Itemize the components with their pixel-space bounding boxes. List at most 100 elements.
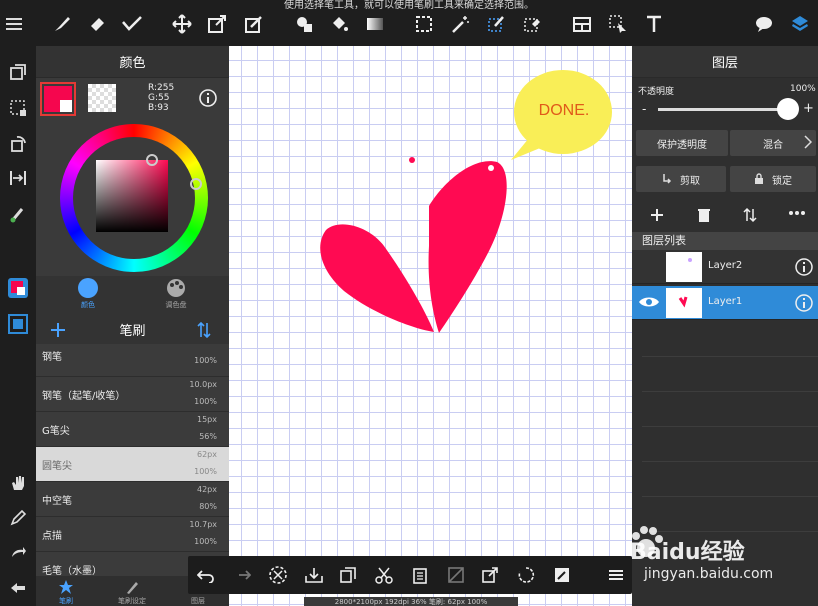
redo-share-icon[interactable] [6, 540, 30, 564]
brush-opacity: 100% [194, 537, 217, 546]
color-tab-label[interactable]: 颜色 [66, 300, 110, 310]
layer-tab-label[interactable]: 图层 [176, 596, 220, 606]
visibility-eye-icon[interactable] [638, 295, 660, 309]
back-icon[interactable] [6, 576, 30, 600]
distort-tool-icon[interactable] [242, 12, 266, 36]
canvas-area[interactable]: DONE. [229, 46, 632, 606]
brush-size: 15px [197, 415, 217, 424]
layers-icon[interactable] [788, 12, 812, 36]
select-rect-icon[interactable] [412, 12, 436, 36]
panel-layout-icon[interactable] [570, 12, 594, 36]
select-layer-icon[interactable] [606, 12, 630, 36]
redo-icon[interactable] [232, 565, 252, 585]
opacity-slider-track[interactable] [658, 108, 788, 111]
hue-picker-handle[interactable] [190, 178, 202, 190]
undo-icon[interactable] [196, 565, 216, 585]
opacity-minus[interactable]: - [642, 102, 646, 116]
palette-tab-label[interactable]: 调色盘 [154, 300, 198, 310]
sv-picker-handle[interactable] [146, 154, 158, 166]
secondary-color-swatch[interactable] [88, 84, 116, 112]
color-info-icon[interactable] [198, 88, 218, 108]
brush-name: G笔尖 [42, 426, 70, 437]
cut-icon[interactable] [374, 565, 394, 585]
brush-tool-icon[interactable] [50, 12, 74, 36]
opacity-plus[interactable]: + [803, 101, 814, 116]
layer-copy-icon[interactable] [6, 60, 30, 84]
brush-panel-toggle-icon[interactable] [6, 312, 30, 336]
layer-list-title: 图层列表 [632, 232, 818, 250]
brush-row[interactable]: 中空笔 42px 80% [36, 482, 229, 517]
move-layer-icon[interactable] [743, 207, 757, 223]
layer-row[interactable]: Layer1 [632, 286, 818, 320]
menu-icon[interactable] [2, 12, 26, 36]
color-tab-icon[interactable] [78, 278, 98, 298]
import-icon[interactable] [304, 565, 324, 585]
add-layer-icon[interactable] [650, 208, 664, 222]
brush-tab-label[interactable]: 笔刷 [44, 596, 88, 606]
brush-row[interactable]: 钢笔 100% [36, 344, 229, 377]
line-tool-icon[interactable] [120, 12, 144, 36]
layer-info-icon[interactable] [794, 293, 814, 313]
gradient-tool-icon[interactable] [363, 12, 387, 36]
rotate-canvas-icon[interactable] [6, 132, 30, 156]
export-icon[interactable] [480, 565, 500, 585]
brush-row[interactable]: 圆笔尖 62px 100% [36, 447, 229, 482]
select-eraser-icon[interactable] [520, 12, 544, 36]
layer-thumbnail[interactable] [666, 252, 702, 282]
brush-opacity: 56% [199, 432, 217, 441]
rotate-icon[interactable] [516, 565, 536, 585]
blend-mode-button[interactable]: 混合 [730, 130, 816, 156]
brush-row[interactable]: 钢笔（起笔/收笔） 10.0px 100% [36, 377, 229, 412]
opacity-label: 不透明度 [638, 87, 675, 97]
layer-thumbnail[interactable] [666, 288, 702, 318]
transform-tool-icon[interactable] [205, 12, 229, 36]
clip-button[interactable]: 剪取 [636, 166, 726, 192]
hand-tool-icon[interactable] [6, 471, 30, 495]
brush-settings-tab-label[interactable]: 笔刷设定 [110, 596, 154, 606]
eraser-tool-icon[interactable] [85, 12, 109, 36]
baidu-brand: Baidu经验 [630, 540, 745, 565]
brush-row[interactable]: 点描 10.7px 100% [36, 517, 229, 552]
layer-row[interactable]: Layer2 [632, 250, 818, 284]
flip-icon[interactable] [6, 166, 30, 190]
more-options-icon[interactable] [788, 210, 806, 216]
sort-brush-icon[interactable] [196, 321, 212, 339]
brush-size: 10.0px [189, 380, 217, 389]
opacity-slider-knob[interactable] [777, 98, 799, 120]
paste-icon[interactable] [410, 565, 430, 585]
add-brush-icon[interactable] [50, 322, 66, 338]
brush-tab-star-icon[interactable] [58, 579, 74, 595]
delete-layer-icon[interactable] [697, 207, 711, 223]
deselect-icon[interactable] [268, 565, 288, 585]
comment-icon[interactable] [752, 12, 776, 36]
color-panel-toggle-icon[interactable] [6, 276, 30, 300]
layer-panel-title: 图层 [632, 46, 818, 78]
protect-alpha-button[interactable]: 保护透明度 [636, 130, 728, 156]
fill-tool-icon[interactable] [327, 12, 351, 36]
brush-name: 毛笔（水墨） [42, 566, 102, 577]
brush-opacity: 80% [199, 502, 217, 511]
shape-tool-icon[interactable] [293, 12, 317, 36]
clear-icon[interactable] [446, 565, 466, 585]
saturation-value-square[interactable] [96, 160, 168, 232]
text-tool-icon[interactable] [642, 12, 666, 36]
primary-color-swatch[interactable] [40, 82, 76, 116]
pen-edit-icon[interactable] [6, 506, 30, 530]
select-all-icon[interactable] [6, 96, 30, 120]
layer-info-icon[interactable] [794, 257, 814, 277]
drawing-paper[interactable]: DONE. [229, 46, 632, 606]
palette-tab-icon[interactable] [166, 278, 186, 298]
brush-settings-icon[interactable] [124, 579, 140, 595]
lock-button[interactable]: 锁定 [730, 166, 816, 192]
edit-icon[interactable] [552, 565, 572, 585]
more-menu-icon[interactable] [606, 565, 626, 585]
eyedropper-icon[interactable] [6, 202, 30, 226]
heart-right-lobe [428, 161, 507, 333]
brush-panel-title: 笔刷 [119, 324, 146, 339]
move-tool-icon[interactable] [170, 12, 194, 36]
copy-icon[interactable] [338, 565, 358, 585]
select-pen-icon[interactable] [484, 12, 508, 36]
magic-wand-icon[interactable] [448, 12, 472, 36]
brush-panel-header: 笔刷 [36, 314, 229, 346]
brush-row[interactable]: G笔尖 15px 56% [36, 412, 229, 447]
